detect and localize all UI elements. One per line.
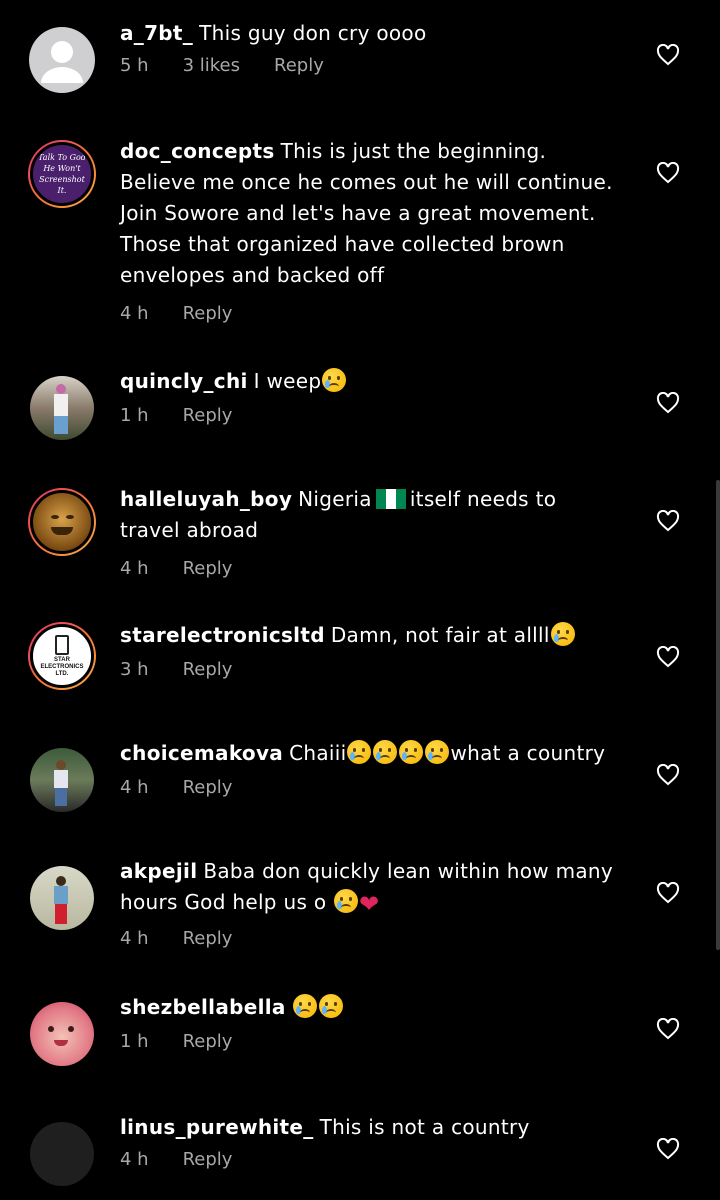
comment-username[interactable]: doc_concepts [120, 139, 275, 163]
crying-face-emoji-icon [399, 740, 424, 764]
comment-text: This is not a country [319, 1115, 530, 1139]
comment-username[interactable]: choicemakova [120, 741, 283, 765]
comment-username[interactable]: a_7bt_ [120, 21, 193, 45]
comment-username[interactable]: quincly_chi [120, 369, 248, 393]
comment-text: Chaiii [289, 741, 347, 765]
comment-text: This guy don cry oooo [199, 21, 427, 45]
reply-button[interactable]: Reply [183, 1031, 233, 1052]
comment-time: 5 h [120, 55, 149, 76]
like-heart-icon[interactable] [656, 1138, 680, 1160]
reply-button[interactable]: Reply [183, 928, 233, 949]
avatar[interactable] [28, 26, 96, 94]
reply-button[interactable]: Reply [183, 303, 233, 324]
nigeria-flag-icon [375, 487, 406, 509]
avatar[interactable] [28, 1000, 96, 1068]
crying-face-emoji-icon [322, 368, 347, 392]
blank-avatar [30, 1122, 94, 1186]
broken-heart-icon: ❤ [359, 890, 380, 918]
avatar[interactable] [28, 374, 96, 442]
comment-time: 4 h [120, 558, 149, 579]
crying-face-emoji-icon [318, 994, 343, 1018]
reply-button[interactable]: Reply [183, 405, 233, 426]
crying-face-emoji-icon [550, 622, 575, 646]
avatar-caption: STAR ELECTRONICS LTD. [40, 656, 84, 677]
like-heart-icon[interactable] [656, 392, 680, 414]
like-heart-icon[interactable] [656, 1018, 680, 1040]
comment-time: 3 h [120, 659, 149, 680]
comment-text: I weep [253, 369, 322, 393]
crying-face-emoji-icon [334, 889, 359, 913]
reply-button[interactable]: Reply [183, 777, 233, 798]
like-heart-icon[interactable] [656, 162, 680, 184]
crying-face-emoji-icon [292, 994, 317, 1018]
crying-face-emoji-icon [425, 740, 450, 764]
reply-button[interactable]: Reply [183, 558, 233, 579]
reply-button[interactable]: Reply [274, 55, 324, 76]
reply-button[interactable]: Reply [183, 659, 233, 680]
like-heart-icon[interactable] [656, 764, 680, 786]
avatar-caption: Talk To God He Won't Screenshot It. [38, 153, 86, 195]
default-avatar-icon [29, 27, 95, 93]
comment-username[interactable]: linus_purewhite_ [120, 1115, 314, 1139]
avatar[interactable]: STAR ELECTRONICS LTD. [28, 622, 96, 690]
comment-username[interactable]: akpejil [120, 859, 197, 883]
comment-time: 1 h [120, 405, 149, 426]
comment-username[interactable]: halleluyah_boy [120, 487, 292, 511]
comment-username[interactable]: shezbellabella [120, 995, 286, 1019]
avatar[interactable]: Talk To God He Won't Screenshot It. [28, 140, 96, 208]
crying-face-emoji-icon [373, 740, 398, 764]
comment-time: 4 h [120, 1149, 149, 1170]
like-heart-icon[interactable] [656, 510, 680, 532]
like-heart-icon[interactable] [656, 44, 680, 66]
comment-username[interactable]: starelectronicsltd [120, 623, 325, 647]
comment-time: 4 h [120, 303, 149, 324]
like-heart-icon[interactable] [656, 882, 680, 904]
crying-face-emoji-icon [347, 740, 372, 764]
scrollbar[interactable] [716, 480, 720, 950]
comment-likes[interactable]: 3 likes [183, 55, 240, 76]
avatar[interactable] [28, 1120, 96, 1188]
comment-time: 4 h [120, 928, 149, 949]
comment-time: 1 h [120, 1031, 149, 1052]
like-heart-icon[interactable] [656, 646, 680, 668]
avatar[interactable] [28, 864, 96, 932]
comment-text-continued: what a country [450, 741, 606, 765]
comment-text: Nigeria [298, 487, 372, 511]
comment-text: Damn, not fair at allll [330, 623, 550, 647]
phone-icon [55, 634, 69, 655]
reply-button[interactable]: Reply [183, 1149, 233, 1170]
avatar[interactable] [28, 488, 96, 556]
comment-time: 4 h [120, 777, 149, 798]
avatar[interactable] [28, 746, 96, 814]
